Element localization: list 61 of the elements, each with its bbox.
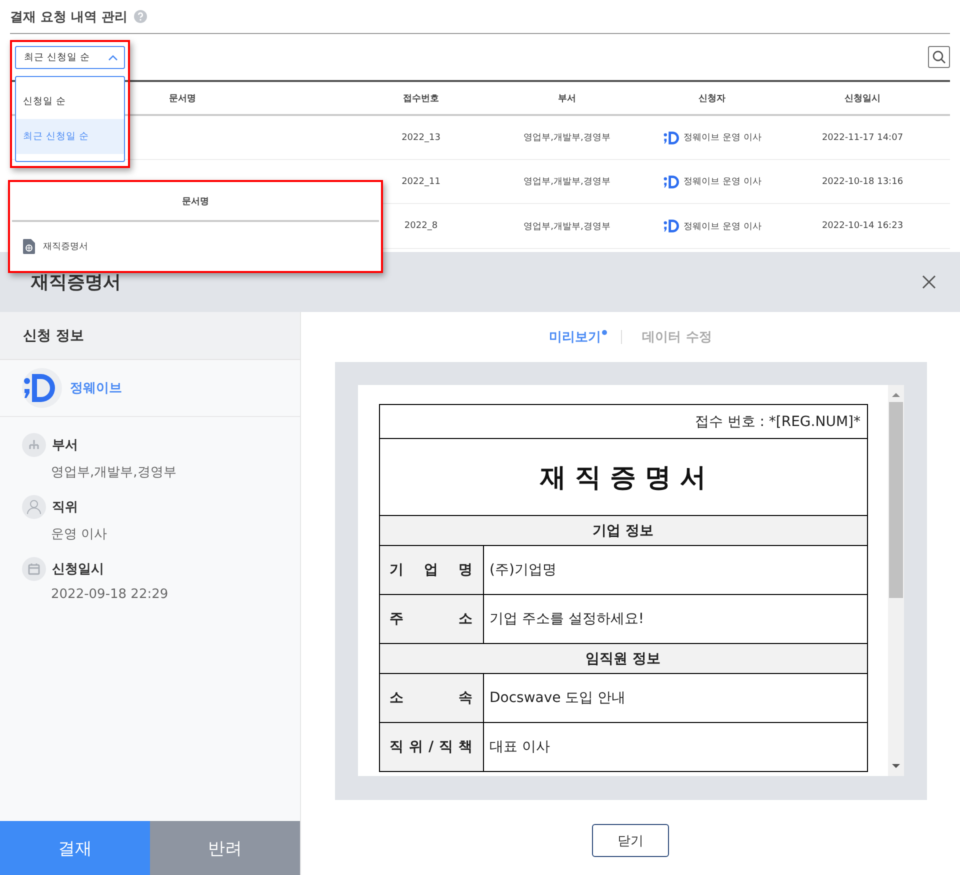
panel-title: 신청 정보 [23, 326, 84, 344]
logo-icon [662, 218, 679, 234]
close-button[interactable]: 닫기 [592, 824, 669, 857]
table-cell: 2022_8 [404, 221, 438, 231]
approve-button[interactable]: 결재 [0, 821, 150, 875]
field-label: 부서 [52, 437, 78, 454]
column-header: 부서 [558, 92, 576, 104]
table-cell-text: 정웨이브 운영 이사 [684, 176, 762, 188]
avatar-icon [22, 368, 62, 408]
row-value: (주)기업명 [490, 561, 556, 579]
user-name: 정웨이브 [70, 380, 122, 397]
tab[interactable]: 미리보기 [537, 328, 614, 346]
table-cell: 2022-10-18 13:16 [822, 176, 904, 186]
scrollbar[interactable] [888, 385, 904, 776]
document-heading: 재 직 증 명 서 [540, 462, 706, 494]
row-value: Docswave 도입 안내 [490, 689, 626, 707]
row-label: 직 위 / 직 책 [390, 738, 472, 756]
column-header: 신청자 [698, 92, 726, 104]
tab[interactable]: 데이터 수정 [630, 328, 724, 346]
org-chart-icon [22, 433, 46, 457]
row-label: 기 업 명 [390, 561, 472, 579]
search-icon [932, 50, 946, 64]
table-cell-text: 영업부,개발부,경영부 [524, 132, 610, 144]
row-label: 주 소 [390, 610, 472, 628]
field-value: 운영 이사 [50, 526, 108, 543]
field-value: 2022-09-18 22:29 [50, 587, 170, 602]
column-header: 문서명 [182, 196, 209, 208]
dropdown-option[interactable]: 최근 신청일 순 [16, 119, 124, 154]
field-label: 직위 [52, 499, 78, 516]
caret-icon [108, 54, 118, 60]
page-title: 결재 요청 내역 관리 [10, 8, 128, 26]
row-label: 소 속 [390, 689, 472, 707]
logo-icon [662, 174, 679, 190]
table-cell: 2022_13 [402, 132, 440, 142]
logo-icon [662, 130, 679, 146]
row-value: 대표 이사 [490, 738, 550, 756]
document-name: 재직증명서 [43, 241, 88, 253]
table-cell-text: 영업부,개발부,경영부 [524, 176, 610, 188]
field-label: 신청일시 [52, 561, 104, 578]
column-header: 접수번호 [403, 92, 439, 104]
column-header: 문서명 [169, 92, 196, 104]
document-icon [23, 239, 35, 254]
section-title: 기업 정보 [592, 522, 654, 540]
table-cell-text: 영업부,개발부,경영부 [524, 220, 610, 232]
reject-button[interactable]: 반려 [150, 821, 300, 875]
search-button[interactable] [928, 46, 950, 68]
close-icon[interactable] [920, 273, 938, 291]
field-value: 영업부,개발부,경영부 [50, 464, 178, 481]
person-icon [22, 495, 46, 519]
row-value: 기업 주소를 설정하세요! [490, 610, 644, 628]
table-cell: 2022-10-14 16:23 [822, 221, 904, 231]
column-header: 신청일시 [844, 92, 880, 104]
table-cell-text: 정웨이브 운영 이사 [684, 220, 762, 232]
table-cell-text: 정웨이브 운영 이사 [684, 132, 762, 144]
sort-dropdown[interactable]: 최근 신청일 순 [15, 46, 125, 69]
calendar-icon [22, 557, 46, 581]
registration-number: 접수 번호 : *[REG.NUM]* [694, 412, 860, 430]
table-cell: 2022-11-17 14:07 [822, 132, 904, 142]
section-title: 임직원 정보 [586, 650, 660, 668]
modal-title: 재직증명서 [31, 271, 121, 294]
table-cell: 2022_11 [402, 176, 440, 186]
